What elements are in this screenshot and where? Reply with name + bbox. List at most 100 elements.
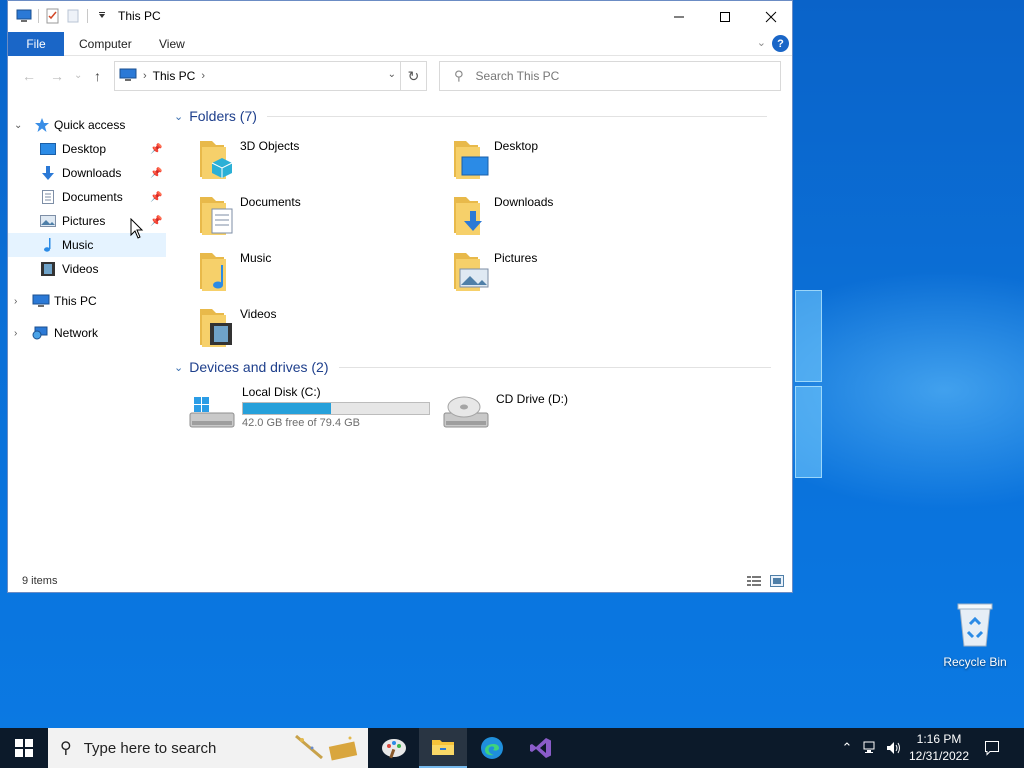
large-icons-view-icon[interactable] <box>769 574 785 588</box>
nav-label: Pictures <box>62 214 106 228</box>
taskbar-search-input[interactable]: ⚲ Type here to search <box>48 728 368 768</box>
folder-tile-pictures[interactable]: Pictures <box>448 249 678 301</box>
folder-label: Pictures <box>494 251 538 265</box>
cd-drive-icon <box>442 385 489 433</box>
pin-icon[interactable]: 📌 <box>150 168 162 179</box>
mouse-cursor-icon <box>130 217 144 243</box>
chevron-down-icon[interactable]: ⌄ <box>14 120 22 131</box>
drive-tile-local-disk-c[interactable]: Local Disk (C:) 42.0 GB free of 79.4 GB <box>188 385 448 437</box>
taskbar-search-placeholder: Type here to search <box>83 739 217 757</box>
drives-group-header[interactable]: ⌄ Devices and drives (2) <box>174 359 771 375</box>
taskbar-paint-app[interactable] <box>370 728 418 768</box>
back-arrow-icon[interactable]: ← <box>22 68 36 84</box>
maximize-button[interactable] <box>702 1 748 32</box>
forward-arrow-icon[interactable]: → <box>50 68 64 84</box>
up-arrow-icon[interactable]: ↑ <box>94 68 101 84</box>
show-hidden-icons-chevron-icon[interactable]: ⌃ <box>838 728 856 768</box>
address-dropdown-icon[interactable]: ⌄ <box>388 69 396 80</box>
breadcrumb-chevron-icon[interactable]: › <box>201 70 205 82</box>
breadcrumb-this-pc[interactable]: This PC <box>153 69 196 83</box>
drive-tile-cd-drive-d[interactable]: CD Drive (D:) <box>442 385 672 437</box>
drive-usage-bar <box>242 402 430 415</box>
chevron-down-icon[interactable]: ⌄ <box>174 361 183 374</box>
folders-group-header[interactable]: ⌄ Folders (7) <box>174 108 767 124</box>
pin-icon[interactable]: 📌 <box>150 144 162 155</box>
taskbar: ⚲ Type here to search ⌃ 1:16 PM 12/31/20… <box>0 728 1024 768</box>
taskbar-edge-app[interactable] <box>468 728 516 768</box>
start-button[interactable] <box>0 728 48 768</box>
group-title: Folders (7) <box>189 108 257 124</box>
folder-tile-3d-objects[interactable]: 3D Objects <box>194 137 424 189</box>
local-disk-icon <box>188 385 235 433</box>
network-status-icon[interactable] <box>860 728 882 768</box>
folder-tile-music[interactable]: Music <box>194 249 424 301</box>
pin-icon[interactable]: 📌 <box>150 216 162 227</box>
address-bar[interactable]: › This PC › ⌄ ↻ <box>114 61 427 91</box>
recycle-bin-shortcut[interactable]: Recycle Bin <box>940 600 1010 669</box>
quick-access-toolbar <box>16 8 110 24</box>
file-explorer-icon <box>432 740 454 755</box>
search-input[interactable]: ⚲ Search This PC <box>439 61 781 91</box>
new-folder-icon[interactable] <box>65 8 81 24</box>
volume-icon[interactable] <box>884 728 904 768</box>
properties-icon[interactable] <box>45 8 61 24</box>
nav-item-downloads[interactable]: Downloads 📌 <box>8 161 166 185</box>
search-placeholder: Search This PC <box>475 69 560 83</box>
nav-label: Network <box>54 326 99 340</box>
close-button[interactable] <box>748 1 794 32</box>
folder-tile-documents[interactable]: Documents <box>194 193 424 245</box>
nav-item-videos[interactable]: Videos <box>8 257 166 281</box>
drive-usage-fill <box>243 403 331 414</box>
title-bar: This PC <box>8 1 792 32</box>
windows-logo-icon <box>15 739 33 757</box>
action-center-icon[interactable] <box>978 728 1006 768</box>
nav-item-quick-access[interactable]: ⌄ Quick access <box>8 113 166 137</box>
item-count: 9 items <box>22 575 58 587</box>
folder-tile-desktop[interactable]: Desktop <box>448 137 678 189</box>
chevron-down-icon[interactable]: ⌄ <box>174 110 183 123</box>
expand-ribbon-chevron-icon[interactable]: ⌄ <box>757 36 766 49</box>
refresh-icon[interactable]: ↻ <box>400 62 426 90</box>
computer-icon[interactable] <box>16 8 32 24</box>
navigation-bar: ← → ⌄ ↑ › This PC › ⌄ ↻ ⚲ Search This PC <box>8 56 792 96</box>
breadcrumb-chevron-icon[interactable]: › <box>143 70 147 82</box>
visual-studio-icon <box>530 738 551 758</box>
documents-icon <box>40 189 56 205</box>
nav-label: This PC <box>54 294 97 308</box>
nav-label: Downloads <box>62 166 122 180</box>
folder-label: Desktop <box>494 139 539 153</box>
help-button[interactable]: ? <box>772 35 789 52</box>
search-icon: ⚲ <box>454 68 464 83</box>
qat-dropdown-icon[interactable] <box>94 8 110 24</box>
folder-tile-downloads[interactable]: Downloads <box>448 193 678 245</box>
group-divider <box>338 366 771 368</box>
folder-label: 3D Objects <box>240 139 300 153</box>
folder-label: Downloads <box>494 195 554 209</box>
recent-locations-chevron-icon[interactable]: ⌄ <box>74 70 82 81</box>
taskbar-file-explorer-app[interactable] <box>419 728 467 768</box>
quick-access-star-icon <box>34 117 50 133</box>
nav-item-network[interactable]: › Network <box>8 321 166 345</box>
taskbar-visual-studio-app[interactable] <box>517 728 565 768</box>
downloads-folder-icon <box>448 193 492 241</box>
chevron-right-icon[interactable]: › <box>14 328 17 339</box>
navigation-pane: ⌄ Quick access Desktop 📌 Downloads 📌 Doc… <box>8 101 166 561</box>
chevron-right-icon[interactable]: › <box>14 296 17 307</box>
folder-label: Documents <box>240 195 301 209</box>
tab-view[interactable]: View <box>159 37 185 51</box>
pictures-icon <box>40 213 56 229</box>
details-view-icon[interactable] <box>746 574 762 588</box>
drive-free-space: 42.0 GB free of 79.4 GB <box>242 417 361 429</box>
nav-item-documents[interactable]: Documents 📌 <box>8 185 166 209</box>
tab-file[interactable]: File <box>8 32 64 56</box>
nav-label: Music <box>62 238 94 252</box>
pin-icon[interactable]: 📌 <box>150 192 162 203</box>
folder-tile-videos[interactable]: Videos <box>194 305 424 357</box>
tab-computer[interactable]: Computer <box>79 37 132 51</box>
minimize-button[interactable] <box>656 1 702 32</box>
system-clock[interactable]: 1:16 PM 12/31/2022 <box>905 731 973 765</box>
nav-item-desktop[interactable]: Desktop 📌 <box>8 137 166 161</box>
nav-item-this-pc[interactable]: › This PC <box>8 289 166 313</box>
search-highlight-art-icon <box>292 732 362 764</box>
music-folder-icon <box>194 249 238 297</box>
